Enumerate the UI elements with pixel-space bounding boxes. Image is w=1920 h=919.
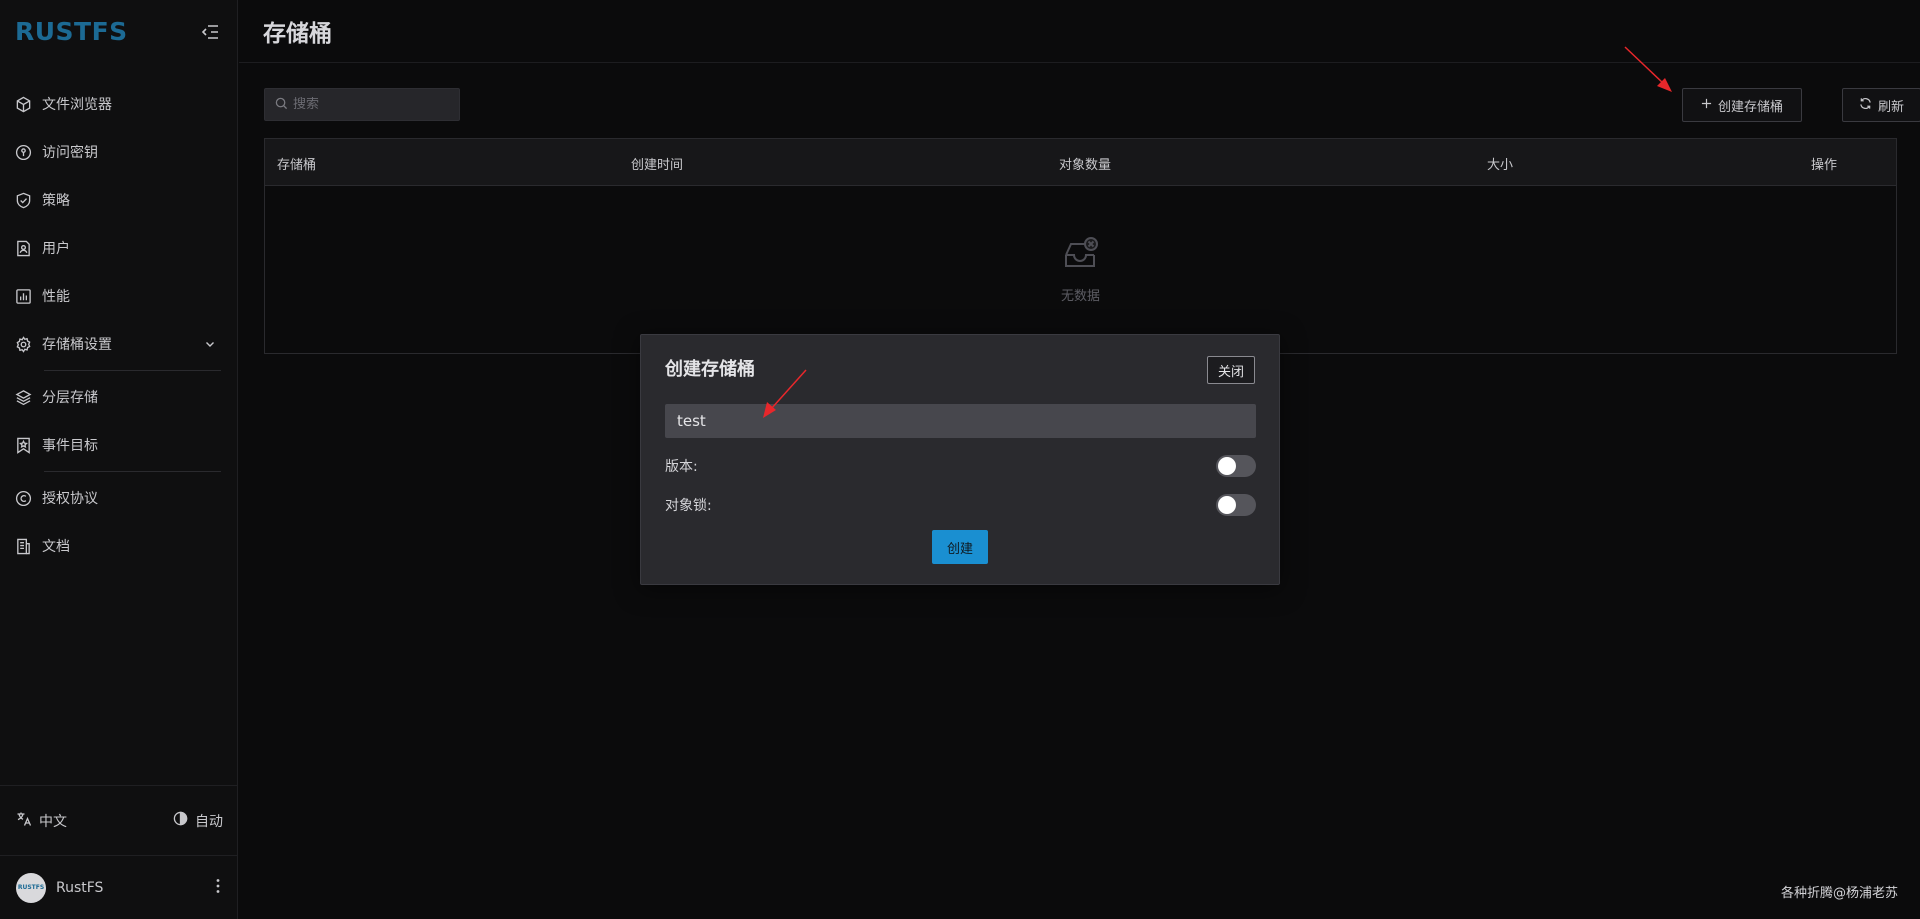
theme-switcher[interactable]: 自动	[173, 811, 223, 831]
search-icon	[275, 95, 288, 114]
sidebar-item-docs[interactable]: 文档	[0, 522, 237, 570]
refresh-button[interactable]: 刷新	[1842, 88, 1920, 122]
cube-icon	[14, 95, 32, 113]
sidebar-item-label: 事件目标	[42, 438, 98, 454]
bucket-name-input[interactable]	[665, 404, 1256, 438]
create-button[interactable]: 创建	[932, 530, 988, 564]
sidebar-item-policies[interactable]: 策略	[0, 176, 237, 224]
document-icon	[14, 537, 32, 555]
nav-divider	[44, 370, 221, 371]
watermark: 各种折腾@杨浦老苏	[1780, 886, 1898, 901]
gear-icon	[14, 335, 32, 353]
language-switcher[interactable]: 中文	[16, 811, 67, 831]
user-name: RustFS	[56, 879, 104, 896]
sidebar-settings-bar: 中文 自动	[0, 785, 237, 855]
app-logo: RUSTFS	[15, 17, 128, 46]
plus-icon	[1701, 98, 1712, 113]
sidebar-item-users[interactable]: 用户	[0, 224, 237, 272]
user-card-icon	[14, 239, 32, 257]
sidebar-item-event-targets[interactable]: 事件目标	[0, 421, 237, 469]
sidebar-item-file-browser[interactable]: 文件浏览器	[0, 80, 237, 128]
buckets-table: 存储桶 创建时间 对象数量 大小 操作 无数据	[264, 138, 1897, 354]
object-lock-toggle[interactable]	[1216, 494, 1256, 516]
toolbar: 创建存储桶 刷新	[264, 88, 1920, 122]
toggle-knob	[1218, 457, 1236, 475]
sidebar-item-label: 文档	[42, 539, 70, 555]
sidebar-item-label: 访问密钥	[42, 145, 98, 161]
column-header-bucket[interactable]: 存储桶	[277, 154, 316, 173]
sidebar-item-label: 授权协议	[42, 491, 98, 507]
version-toggle[interactable]	[1216, 455, 1256, 477]
refresh-icon	[1859, 97, 1872, 114]
create-bucket-dialog: 创建存储桶 关闭 版本: 对象锁: 创建	[640, 334, 1280, 585]
sidebar-item-access-keys[interactable]: 访问密钥	[0, 128, 237, 176]
bar-chart-icon	[14, 287, 32, 305]
translate-icon	[16, 811, 32, 831]
sidebar-item-performance[interactable]: 性能	[0, 272, 237, 320]
sidebar-item-label: 存储桶设置	[42, 337, 112, 353]
sidebar-item-license[interactable]: 授权协议	[0, 474, 237, 522]
logo-row: RUSTFS	[0, 0, 237, 63]
column-header-size[interactable]: 大小	[1487, 154, 1513, 173]
chevron-down-icon	[201, 335, 219, 353]
sidebar-item-label: 分层存储	[42, 390, 98, 406]
language-label: 中文	[39, 813, 67, 830]
dialog-title: 创建存储桶	[665, 359, 755, 380]
sidebar-nav: 文件浏览器 访问密钥 策略 用户 性能 存储桶设置 分层存储 事件目标 授权协议…	[0, 63, 237, 570]
column-header-created[interactable]: 创建时间	[631, 154, 683, 173]
empty-inbox-icon	[1063, 237, 1099, 277]
nav-divider	[44, 471, 221, 472]
key-circle-icon	[14, 143, 32, 161]
layers-icon	[14, 388, 32, 406]
user-profile[interactable]: RUSTFS RustFS	[16, 872, 104, 903]
page-title: 存储桶	[263, 21, 332, 47]
search-box[interactable]	[264, 88, 460, 121]
sidebar-item-label: 性能	[42, 289, 70, 305]
sidebar-item-tiered-storage[interactable]: 分层存储	[0, 373, 237, 421]
theme-label: 自动	[195, 813, 223, 830]
create-bucket-button[interactable]: 创建存储桶	[1682, 88, 1802, 122]
sidebar-user-bar: RUSTFS RustFS	[0, 855, 237, 919]
empty-state: 无数据	[265, 237, 1896, 304]
avatar: RUSTFS	[16, 872, 46, 903]
table-header: 存储桶 创建时间 对象数量 大小 操作	[265, 139, 1896, 186]
object-lock-label: 对象锁:	[665, 498, 712, 514]
column-header-actions: 操作	[1811, 158, 1838, 173]
object-lock-row: 对象锁:	[665, 493, 1256, 517]
create-bucket-label: 创建存储桶	[1717, 99, 1783, 115]
empty-text: 无数据	[1060, 289, 1100, 304]
toggle-knob	[1218, 496, 1236, 514]
app-window: RUSTFS 文件浏览器 访问密钥 策略 用户 性能 存储桶设置 分层存储 事件…	[0, 0, 1920, 919]
bookmark-star-icon	[14, 436, 32, 454]
version-label: 版本:	[665, 459, 698, 475]
version-row: 版本:	[665, 454, 1256, 478]
page-header: 存储桶	[239, 0, 1920, 63]
refresh-label: 刷新	[1877, 99, 1904, 115]
theme-auto-icon	[173, 811, 188, 830]
shield-check-icon	[14, 191, 32, 209]
sidebar-item-label: 策略	[42, 193, 70, 209]
copyright-icon	[14, 489, 32, 507]
collapse-sidebar-icon[interactable]	[199, 21, 221, 43]
sidebar-item-bucket-settings[interactable]: 存储桶设置	[0, 320, 237, 368]
sidebar-item-label: 文件浏览器	[42, 97, 112, 113]
sidebar-item-label: 用户	[42, 241, 70, 257]
close-button[interactable]: 关闭	[1207, 356, 1255, 384]
more-vertical-icon[interactable]	[215, 878, 221, 898]
search-input[interactable]	[293, 97, 443, 112]
column-header-objects[interactable]: 对象数量	[1059, 154, 1111, 173]
sidebar: RUSTFS 文件浏览器 访问密钥 策略 用户 性能 存储桶设置 分层存储 事件…	[0, 0, 238, 919]
